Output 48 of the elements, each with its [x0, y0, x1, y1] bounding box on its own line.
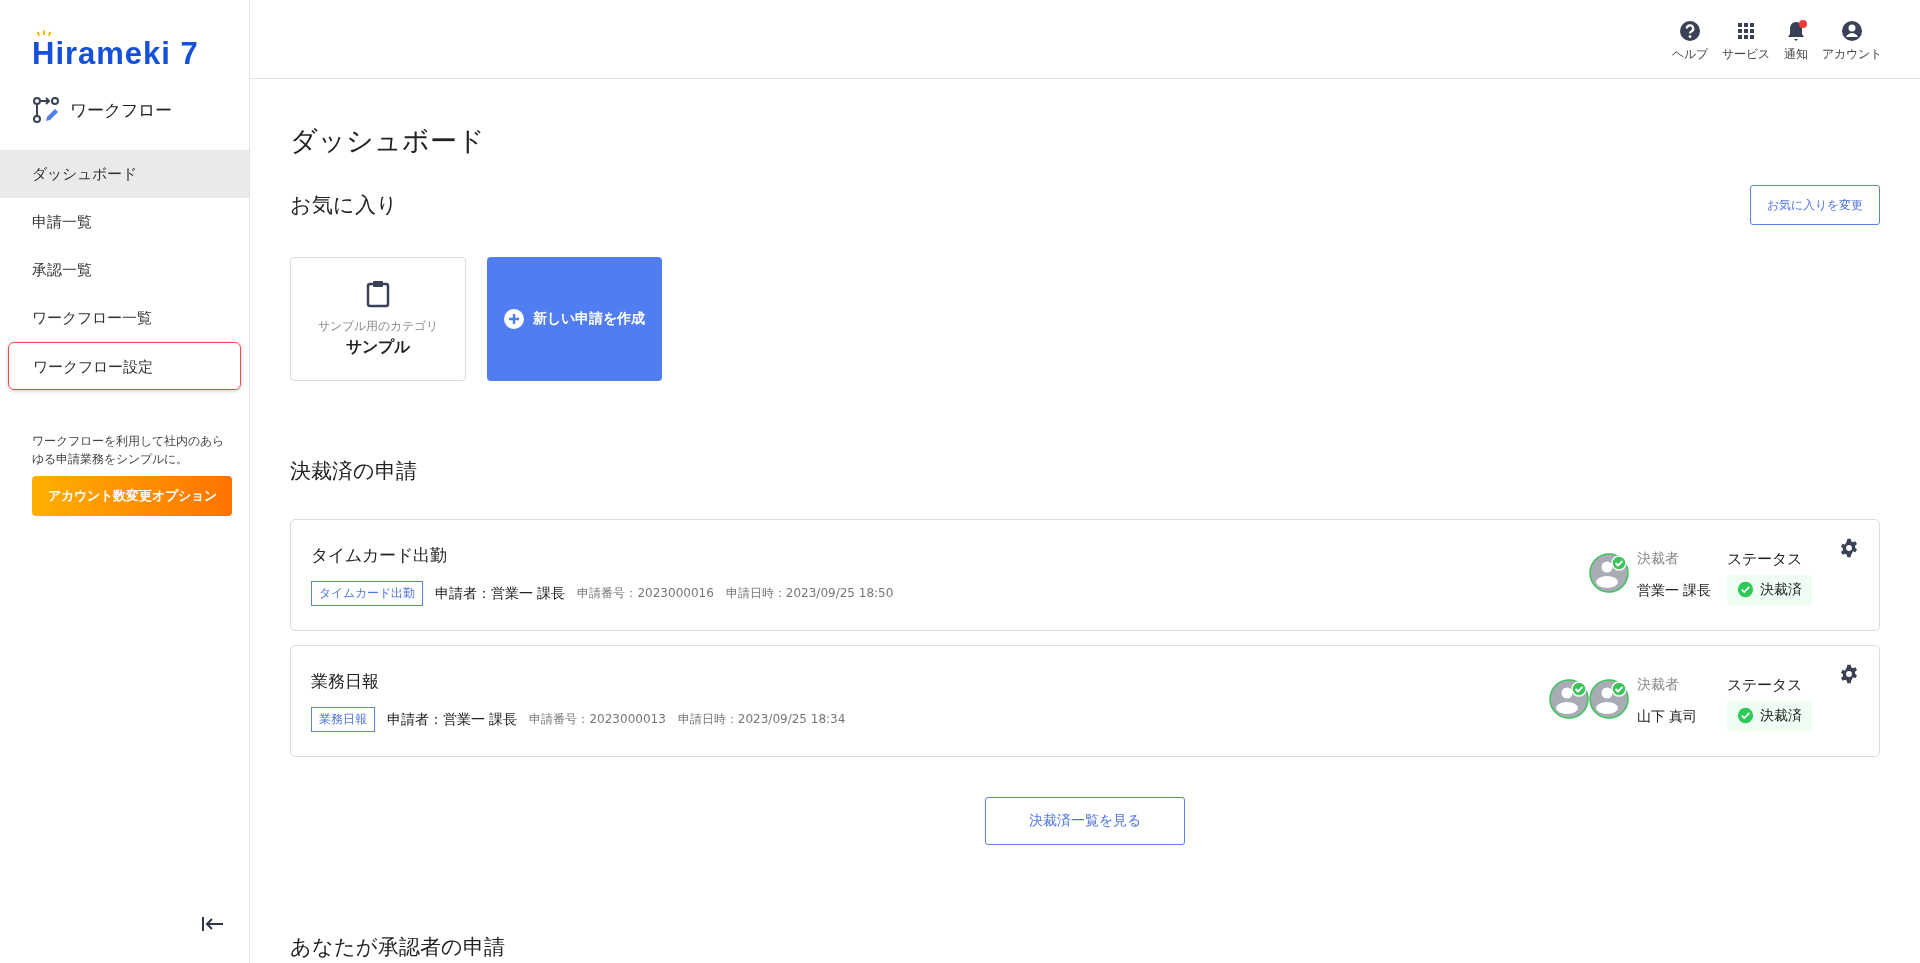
status-label: ステータス: [1727, 675, 1803, 695]
section-title: あなたが承認者の申請: [290, 934, 506, 961]
clipboard-icon: [366, 280, 390, 308]
header-action[interactable]: ヘルプ: [1672, 15, 1708, 63]
workflow-icon: [32, 96, 60, 124]
collapse-icon[interactable]: [202, 917, 224, 931]
request-number: 申請番号：2023000016: [577, 585, 714, 602]
request-date: 申請日時：2023/09/25 18:34: [677, 711, 846, 728]
status-badge: 決裁済: [1727, 700, 1812, 731]
approver-label: 決裁者: [1637, 550, 1680, 568]
app-logo: Hirameki 7: [32, 30, 199, 72]
applicant-text: 申請者：営業一 課長: [387, 710, 518, 729]
category-tag: タイムカード出勤: [311, 581, 423, 606]
request-card[interactable]: 業務日報 業務日報 申請者：営業一 課長 申請番号：2023000013 申請日時：2023/09/25 18:34 決裁者 山下 真司 ステータス 決裁済: [290, 645, 1880, 757]
category-card[interactable]: サンプル用のカテゴリ サンプル: [290, 257, 466, 381]
header-action[interactable]: アカウント: [1822, 15, 1882, 63]
category-caption: サンプル用のカテゴリ: [318, 318, 438, 335]
page-title: ダッシュボード: [290, 124, 486, 158]
approver-name: 山下 真司: [1637, 708, 1699, 726]
category-name: サンプル: [346, 337, 410, 358]
change-favorites-button[interactable]: お気に入りを変更: [1750, 185, 1880, 225]
app-title: ワークフロー: [70, 98, 172, 122]
settings-icon[interactable]: [1839, 664, 1859, 684]
request-card[interactable]: タイムカード出勤 タイムカード出勤 申請者：営業一 課長 申請番号：2023000016 申請日時：2023/09/25 18:50 決裁者 営業一 課長 ステータス 決裁済: [290, 519, 1880, 631]
request-number: 申請番号：2023000013: [529, 711, 666, 728]
nav-item[interactable]: ダッシュボード: [0, 150, 249, 198]
section-title: お気に入り: [290, 192, 398, 219]
request-title: タイムカード出勤: [311, 544, 448, 567]
nav-item[interactable]: ワークフロー設定: [8, 342, 241, 390]
request-title: 業務日報: [311, 670, 380, 693]
approver-name: 営業一 課長: [1637, 582, 1713, 600]
approver-label: 決裁者: [1637, 676, 1680, 694]
promo-text: ワークフローを利用して社内のあらゆる申請業務をシンプルに。: [32, 433, 225, 468]
section-title: 決裁済の申請: [290, 458, 418, 485]
header-action[interactable]: サービス: [1722, 15, 1770, 63]
category-tag: 業務日報: [311, 707, 375, 732]
view-approved-button[interactable]: 決裁済一覧を見る: [985, 797, 1185, 845]
status-badge: 決裁済: [1727, 574, 1812, 605]
plus-icon: [504, 309, 524, 329]
nav-item[interactable]: ワークフロー一覧: [0, 294, 249, 342]
nav-item[interactable]: 承認一覧: [0, 246, 249, 294]
status-label: ステータス: [1727, 549, 1803, 569]
nav-item[interactable]: 申請一覧: [0, 198, 249, 246]
header-action[interactable]: 通知: [1784, 15, 1808, 63]
request-date: 申請日時：2023/09/25 18:50: [725, 585, 894, 602]
settings-icon[interactable]: [1839, 538, 1859, 558]
applicant-text: 申請者：営業一 課長: [435, 584, 566, 603]
create-request-button[interactable]: 新しい申請を作成: [487, 257, 662, 381]
